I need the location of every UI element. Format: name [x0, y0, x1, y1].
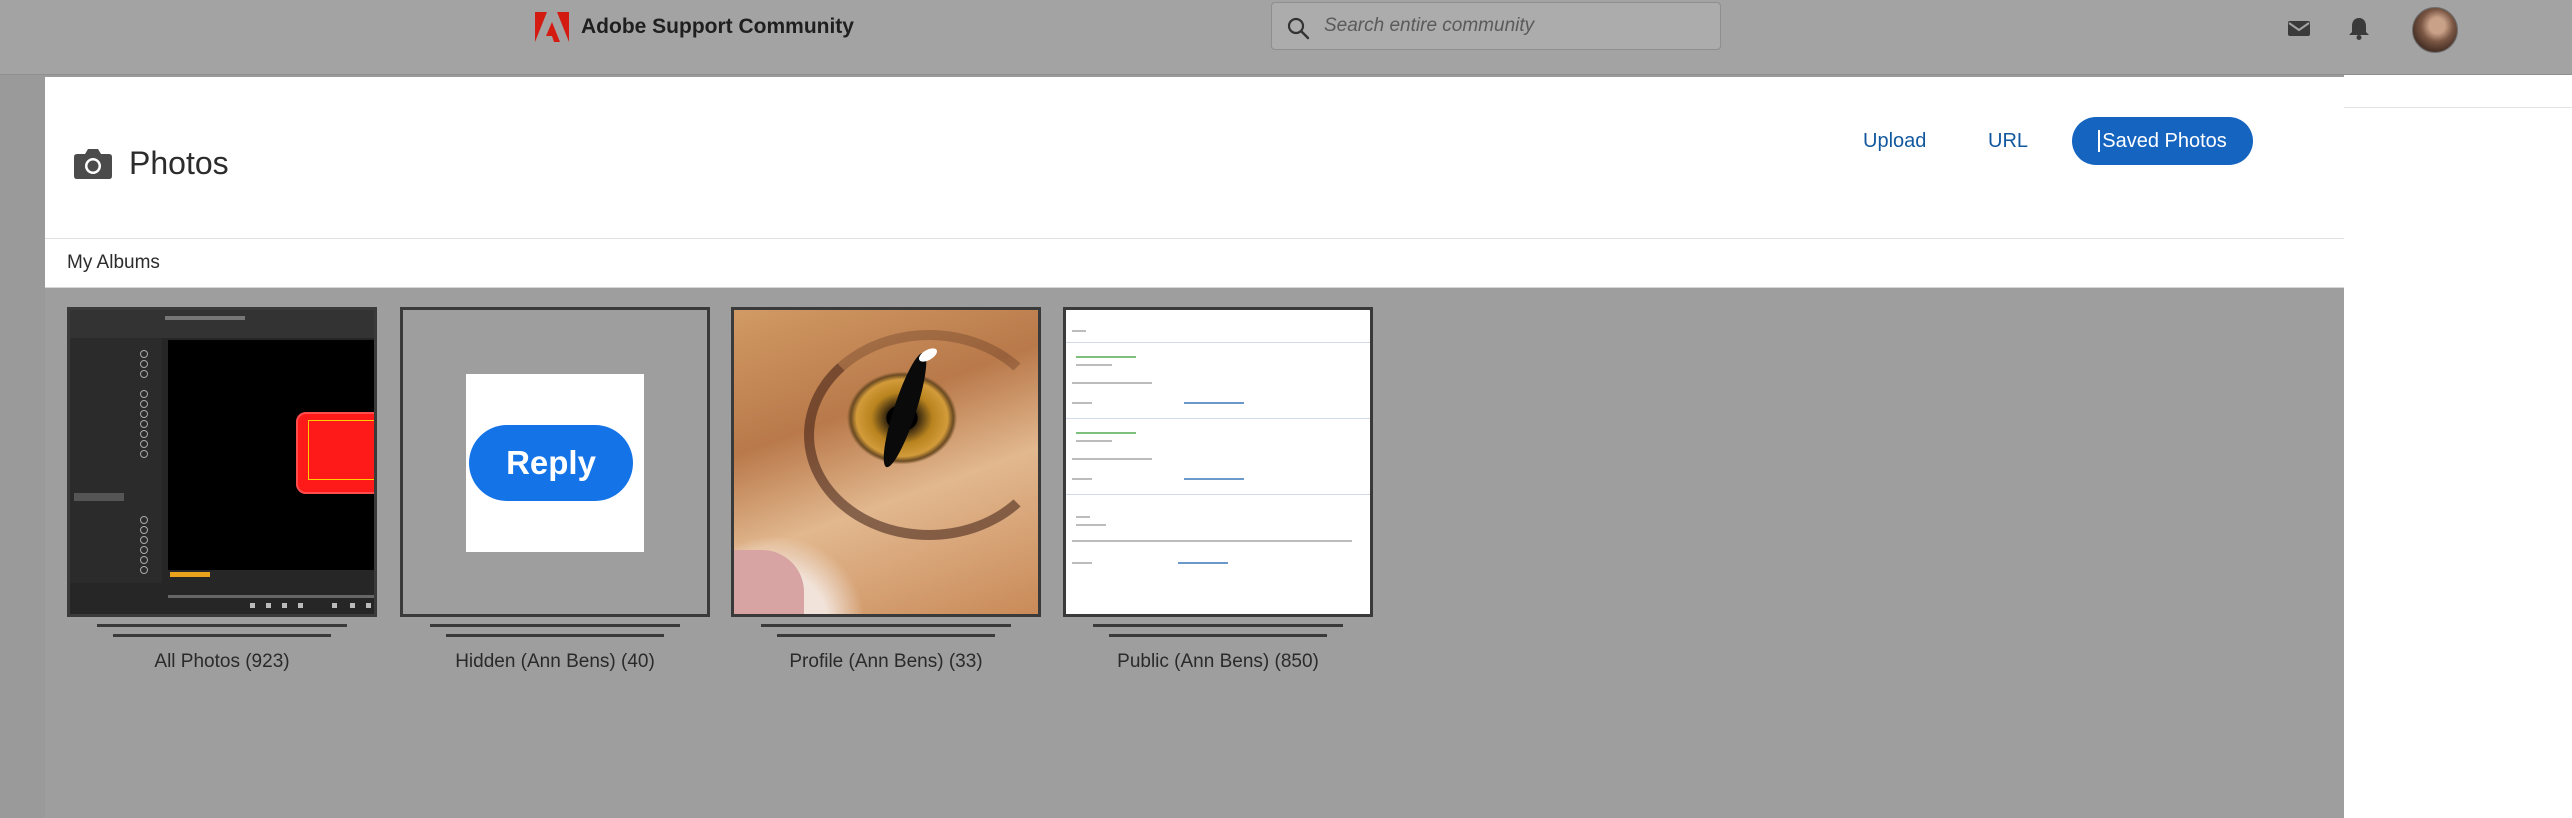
tab-url[interactable]: URL: [1988, 117, 2028, 165]
tab-saved-photos[interactable]: Saved Photos: [2072, 117, 2253, 165]
album-thumbnail[interactable]: [67, 307, 377, 617]
tab-upload[interactable]: Upload: [1863, 117, 1926, 165]
adobe-logo-icon: [535, 12, 569, 42]
avatar[interactable]: [2412, 7, 2458, 53]
album-name[interactable]: Profile (Ann Bens) (33): [731, 651, 1041, 673]
brand-name: Adobe Support Community: [581, 15, 854, 38]
tab-saved-photos-label: Saved Photos: [2098, 130, 2227, 152]
brand[interactable]: Adobe Support Community: [535, 12, 854, 42]
modal-title: Photos: [129, 145, 229, 181]
divider: [2344, 107, 2572, 108]
camera-icon: [74, 149, 112, 179]
search-icon: [1287, 17, 1310, 40]
album-stack-line: [1109, 634, 1327, 637]
search-input[interactable]: [1324, 11, 1704, 41]
album-thumbnail[interactable]: Reply: [400, 307, 710, 617]
photos-modal: Photos Upload URL Saved Photos My Albums: [45, 77, 2344, 818]
album-stack-line: [777, 634, 995, 637]
album-name[interactable]: All Photos (923): [67, 651, 377, 673]
album-thumbnail[interactable]: [731, 307, 1041, 617]
album-stack-line: [761, 624, 1011, 627]
bell-icon[interactable]: [2346, 15, 2372, 41]
album-stack-line: [113, 634, 331, 637]
albums-label: My Albums: [67, 252, 160, 273]
album-name[interactable]: Hidden (Ann Bens) (40): [400, 651, 710, 673]
album-stack-line: [1093, 624, 1343, 627]
album-name[interactable]: Public (Ann Bens) (850): [1063, 651, 1373, 673]
mail-icon[interactable]: [2286, 15, 2312, 41]
reply-button-image: Reply: [469, 425, 633, 501]
album-stack-line: [430, 624, 680, 627]
site-header: Adobe Support Community: [0, 0, 2572, 75]
page-right-panel: [2344, 75, 2572, 818]
albums-bar: My Albums: [45, 239, 2344, 288]
album-thumbnail[interactable]: [1063, 307, 1373, 617]
modal-header: Photos Upload URL Saved Photos: [45, 77, 2344, 239]
search-box[interactable]: [1271, 2, 1721, 50]
album-stack-line: [446, 634, 664, 637]
album-stack-line: [97, 624, 347, 627]
